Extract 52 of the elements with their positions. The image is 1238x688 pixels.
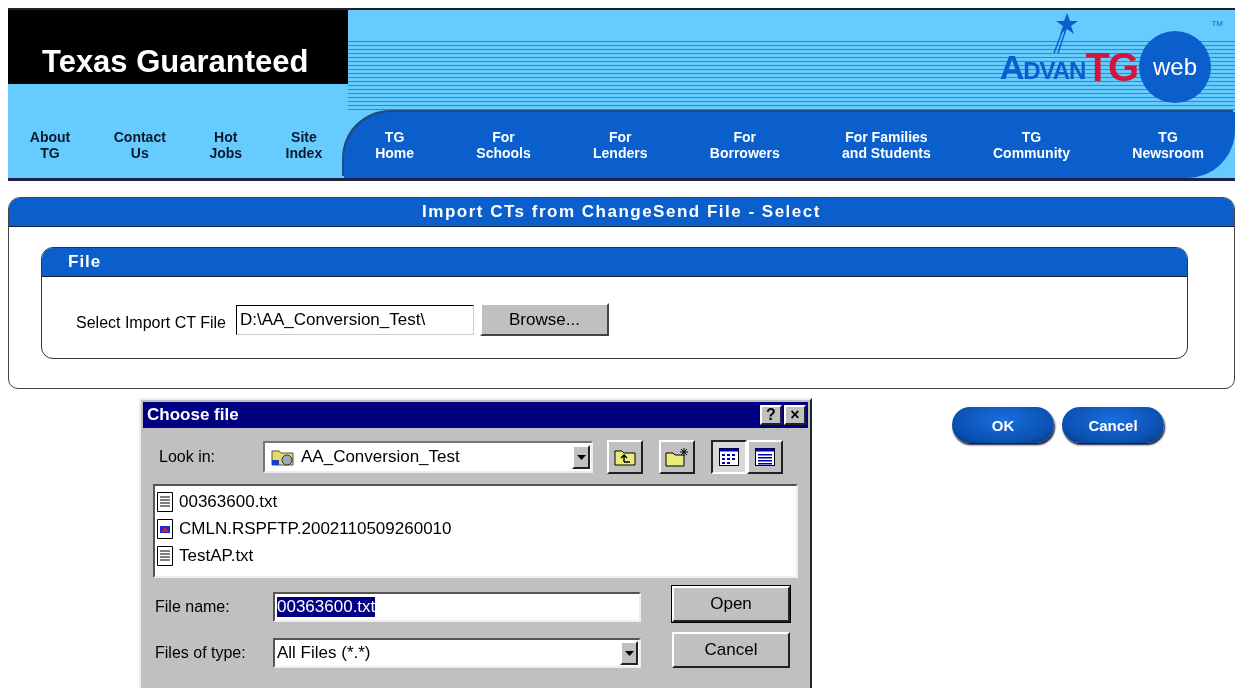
nav-link[interactable]: TG Home — [375, 129, 415, 161]
details-view-button[interactable] — [747, 440, 783, 474]
browse-button[interactable]: Browse... — [479, 303, 609, 336]
nav-link[interactable]: For Lenders — [593, 129, 648, 161]
logo-badge: web — [1139, 31, 1211, 103]
details-view-icon — [755, 448, 775, 466]
nav-link[interactable]: Hot Jobs — [209, 129, 243, 161]
trademark-mark: TM — [1211, 19, 1223, 28]
cancel-button[interactable]: Cancel — [1062, 407, 1164, 443]
file-type-label: Files of type: — [155, 644, 247, 662]
list-view-button[interactable] — [711, 440, 747, 474]
file-name-value: 00363600.txt — [277, 597, 376, 617]
new-folder-icon — [665, 447, 689, 467]
brand-name: Texas Guaranteed — [42, 44, 309, 80]
star-icon — [1051, 13, 1078, 53]
file-path-field[interactable]: D:\AA_Conversion_Test\ — [235, 304, 474, 335]
look-in-dropdown[interactable]: AA_Conversion_Test — [263, 441, 593, 473]
file-name-label: File name: — [155, 598, 231, 616]
help-button[interactable]: ? — [760, 405, 782, 425]
file-icon — [157, 518, 173, 539]
nav-link[interactable]: For Families and Students — [842, 129, 931, 161]
nav-link[interactable]: TG Newsroom — [1132, 129, 1204, 161]
folder-icon — [271, 447, 295, 467]
new-folder-button[interactable] — [659, 440, 695, 474]
file-list-item[interactable]: 00363600.txt — [179, 491, 278, 512]
file-type-value: All Files (*.*) — [277, 643, 371, 663]
dialog-title: Choose file — [147, 405, 240, 425]
look-in-value: AA_Conversion_Test — [301, 447, 461, 467]
look-in-label: Look in: — [159, 448, 217, 466]
file-list-item[interactable]: CMLN.RSPFTP.2002110509260010 — [179, 518, 452, 539]
up-folder-icon — [614, 448, 636, 466]
close-button[interactable]: × — [784, 405, 806, 425]
text-file-icon — [157, 491, 173, 512]
panel-title: File — [42, 248, 1187, 277]
list-view-icon — [719, 448, 739, 466]
file-list-item[interactable]: TestAP.txt — [179, 545, 254, 566]
file-type-dropdown[interactable]: All Files (*.*) — [273, 638, 641, 668]
open-button[interactable]: Open — [672, 586, 790, 622]
page-title: Import CTs from ChangeSend File - Select — [9, 198, 1234, 227]
nav-link[interactable]: Site Index — [285, 129, 323, 161]
cancel-button[interactable]: Cancel — [672, 632, 790, 668]
up-folder-button[interactable] — [607, 440, 643, 474]
nav-link[interactable]: TG Community — [993, 129, 1070, 161]
logo-text: TG — [1085, 44, 1137, 90]
nav-link[interactable]: For Borrowers — [709, 129, 780, 161]
nav-link[interactable]: For Schools — [476, 129, 531, 161]
nav-link[interactable]: About TG — [29, 129, 71, 161]
ok-button[interactable]: OK — [952, 407, 1054, 443]
nav-link[interactable]: Contact Us — [113, 129, 166, 161]
text-file-icon — [157, 545, 173, 566]
field-label: Select Import CT File — [76, 313, 226, 332]
file-name-field[interactable]: 00363600.txt — [273, 592, 641, 622]
